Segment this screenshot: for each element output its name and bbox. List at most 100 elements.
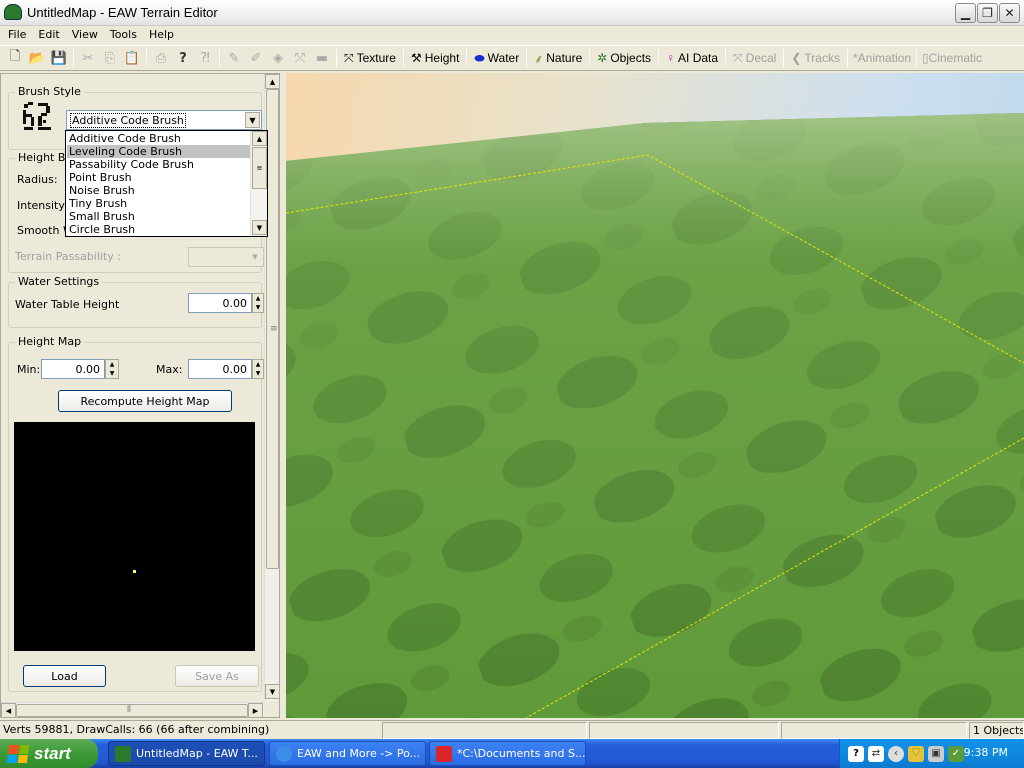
toolbar-separator — [658, 49, 660, 67]
nature-label: Nature — [546, 51, 583, 65]
save-icon[interactable]: 💾 — [48, 48, 70, 68]
spin-down-icon[interactable]: ▼ — [256, 304, 261, 311]
intensity-label: Intensity: — [17, 199, 68, 212]
title-bar[interactable]: UntitledMap - EAW Terrain Editor ▁ ❐ ✕ — [0, 0, 1024, 26]
max-stepper[interactable]: ▲ ▼ — [252, 359, 264, 379]
scroll-right-icon[interactable]: ▶ — [248, 703, 263, 718]
scroll-thumb[interactable]: ⦀ — [16, 704, 248, 717]
height-map-preview[interactable] — [14, 422, 255, 651]
tracks-mode-button[interactable]: ❮ Tracks — [787, 48, 844, 68]
security-icon[interactable]: ✓ — [948, 745, 964, 762]
rect-icon[interactable]: ▬ — [311, 48, 333, 68]
brush-style-select[interactable]: Additive Code Brush ▼ — [66, 110, 262, 130]
menu-file[interactable]: File — [2, 26, 32, 45]
scroll-up-icon[interactable]: ▲ — [252, 131, 267, 146]
spin-down-icon[interactable]: ▼ — [110, 370, 115, 377]
new-file-icon[interactable]: 🗋 — [4, 48, 26, 68]
minimize-button[interactable]: ▁ — [955, 3, 976, 23]
ie-icon — [276, 745, 292, 762]
water-table-height-stepper[interactable]: ▲ ▼ — [252, 293, 264, 313]
water-table-height-field[interactable]: 0.00 — [188, 293, 252, 313]
toolbar-separator — [466, 49, 468, 67]
max-field[interactable]: 0.00 — [188, 359, 252, 379]
monitor-icon[interactable]: ▣ — [928, 745, 944, 762]
dropdown-option[interactable]: Tiny Brush — [67, 197, 251, 210]
taskbar-item-explorer[interactable]: *C:\Documents and S... — [429, 741, 586, 766]
ai-data-icon: ♀ — [666, 51, 676, 65]
menu-view[interactable]: View — [66, 26, 104, 45]
menu-help[interactable]: Help — [143, 26, 180, 45]
decal-mode-button[interactable]: ⤧ Decal — [729, 48, 780, 68]
chevron-down-icon[interactable]: ▼ — [245, 112, 260, 128]
network-icon[interactable]: ⇄ — [868, 745, 884, 762]
pencil-icon[interactable]: ✎ — [223, 48, 245, 68]
toolbar-separator — [916, 49, 918, 67]
help-icon[interactable]: ? — [172, 48, 194, 68]
cinematic-mode-button[interactable]: ▯ Cinematic — [920, 48, 984, 68]
toolbar-separator — [336, 49, 337, 67]
texture-mode-button[interactable]: ⤧ Texture — [340, 48, 400, 68]
water-mode-button[interactable]: ⬬ Water — [470, 48, 523, 68]
scroll-down-icon[interactable]: ▼ — [252, 220, 267, 235]
close-button[interactable]: ✕ — [999, 3, 1020, 23]
load-button[interactable]: Load — [23, 665, 106, 687]
terrain-viewport[interactable] — [286, 73, 1024, 718]
toolbar-separator — [725, 49, 727, 67]
tracks-label: Tracks — [804, 51, 840, 65]
fill-icon[interactable]: ◈ — [267, 48, 289, 68]
recompute-height-map-button[interactable]: Recompute Height Map — [58, 390, 232, 412]
nature-mode-button[interactable]: ⸙ Nature — [530, 48, 586, 68]
chevron-down-icon[interactable]: ▼ — [248, 249, 262, 265]
open-folder-icon[interactable]: 📂 — [26, 48, 48, 68]
dropdown-option[interactable]: Passability Code Brush — [67, 158, 251, 171]
help-icon[interactable]: ? — [848, 745, 864, 762]
panel-horizontal-scrollbar[interactable]: ◀ ⦀ ▶ — [1, 702, 264, 718]
scroll-thumb[interactable]: ≡ — [252, 147, 267, 189]
spin-up-icon[interactable]: ▲ — [256, 361, 261, 368]
terrain-passability-select[interactable]: ▼ — [188, 247, 264, 267]
dropdown-scrollbar[interactable]: ▲ ≡ ▼ — [250, 131, 267, 236]
ai-data-mode-button[interactable]: ♀ AI Data — [662, 48, 722, 68]
paste-icon[interactable]: 📋 — [121, 48, 143, 68]
task-label: *C:\Documents and S... — [457, 747, 586, 760]
shield-icon[interactable]: ⛉ — [908, 745, 924, 762]
maximize-button[interactable]: ❐ — [977, 3, 998, 23]
toolbar-separator — [783, 49, 785, 67]
start-button[interactable]: start — [0, 739, 98, 768]
context-help-icon[interactable]: ⁈ — [194, 48, 216, 68]
objects-mode-button[interactable]: ✲ Objects — [593, 48, 655, 68]
taskbar-item-browser[interactable]: EAW and More -> Po... — [269, 741, 426, 766]
dropdown-option[interactable]: Noise Brush — [67, 184, 251, 197]
menu-edit[interactable]: Edit — [32, 26, 65, 45]
copy-icon[interactable]: ⎘ — [99, 48, 121, 68]
print-icon[interactable]: ⎙ — [150, 48, 172, 68]
spin-down-icon[interactable]: ▼ — [256, 370, 261, 377]
cut-icon[interactable]: ✂ — [77, 48, 99, 68]
dropdown-option[interactable]: Point Brush — [67, 171, 251, 184]
toolbar-separator — [73, 49, 74, 67]
height-mode-button[interactable]: ⚒ Height — [407, 48, 463, 68]
min-field[interactable]: 0.00 — [41, 359, 105, 379]
animation-mode-button[interactable]: * Animation — [851, 48, 913, 68]
scroll-left-icon[interactable]: ◀ — [1, 703, 16, 718]
brush-style-dropdown[interactable]: Additive Code Brush Leveling Code Brush … — [65, 130, 268, 237]
dropdown-option[interactable]: Circle Brush — [67, 223, 251, 236]
render-stats: Verts 59881, DrawCalls: 66 (66 after com… — [3, 723, 270, 736]
menu-tools[interactable]: Tools — [104, 26, 143, 45]
height-icon: ⚒ — [410, 51, 422, 65]
nature-icon: ⸙ — [534, 51, 544, 66]
spin-up-icon[interactable]: ▲ — [110, 361, 115, 368]
scroll-up-icon[interactable]: ▲ — [265, 74, 280, 89]
min-stepper[interactable]: ▲ ▼ — [105, 359, 119, 379]
spin-up-icon[interactable]: ▲ — [256, 295, 261, 302]
taskbar-item-terrain-editor[interactable]: UntitledMap - EAW T... — [108, 741, 265, 766]
path-icon[interactable]: ⤲ — [289, 48, 311, 68]
back-icon[interactable]: ‹ — [888, 745, 904, 762]
dropdown-option[interactable]: Additive Code Brush — [67, 132, 251, 145]
brush-icon[interactable]: ✐ — [245, 48, 267, 68]
scroll-down-icon[interactable]: ▼ — [265, 684, 280, 699]
cinematic-icon: ▯ — [922, 51, 929, 65]
dropdown-option[interactable]: Small Brush — [67, 210, 251, 223]
dropdown-option-highlighted[interactable]: Leveling Code Brush — [67, 145, 251, 158]
save-as-button[interactable]: Save As — [175, 665, 259, 687]
